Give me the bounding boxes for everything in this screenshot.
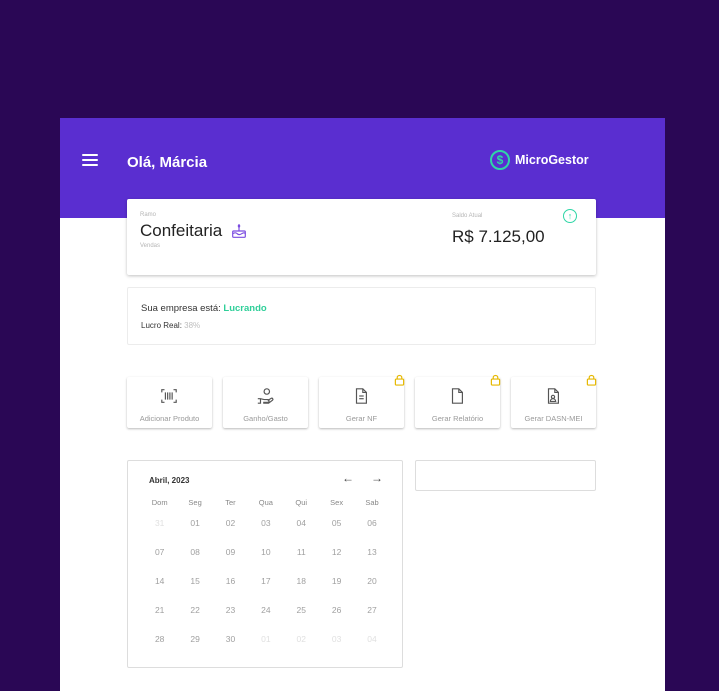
- calendar-week: 21 22 23 24 25 26 27: [142, 605, 390, 619]
- greeting-title: Olá, Márcia: [127, 154, 208, 171]
- generate-dasn-mei-button[interactable]: Gerar DASN-MEI: [511, 374, 597, 428]
- calendar-day[interactable]: 04: [354, 634, 389, 648]
- action-buttons: Adicionar Produto Ganho/Gasto Gerar NF G…: [127, 374, 597, 428]
- calendar-day[interactable]: 22: [177, 605, 212, 619]
- calendar-day[interactable]: 31: [142, 518, 177, 532]
- file-user-icon: [547, 388, 559, 404]
- calendar-day[interactable]: 30: [213, 634, 248, 648]
- action-label: Gerar NF: [345, 414, 378, 423]
- lucro-line: Lucro Real: 38%: [141, 321, 200, 330]
- calendar-day[interactable]: 05: [319, 518, 354, 532]
- generate-report-button[interactable]: Gerar Relatório: [415, 374, 501, 428]
- hamburger-menu-icon[interactable]: [82, 154, 98, 168]
- calendar-day[interactable]: 03: [319, 634, 354, 648]
- brand-logo: $ MicroGestor: [490, 150, 589, 170]
- calendar-day[interactable]: 09: [213, 547, 248, 561]
- calendar-day[interactable]: 28: [142, 634, 177, 648]
- weekday-label: Dom: [151, 498, 168, 507]
- ramo-value: Confeitaria: [140, 221, 223, 240]
- document-icon: [355, 388, 367, 404]
- weekday-label: Qui: [295, 498, 308, 507]
- calendar-widget: Abril, 2023 ← → Dom Seg Ter Qua Qui Sex …: [127, 460, 403, 668]
- calendar-weekday-header: Dom Seg Ter Qua Qui Sex Sab: [142, 498, 390, 512]
- ramo-value-row: Confeitaria: [140, 221, 248, 241]
- calendar-day[interactable]: 11: [284, 547, 319, 561]
- action-label: Ganho/Gasto: [243, 414, 288, 423]
- lucro-label: Lucro Real:: [141, 321, 182, 330]
- weekday-label: Sab: [365, 498, 379, 507]
- app-window: Olá, Márcia $ MicroGestor Ramo Confeitar…: [60, 118, 665, 691]
- calendar-day[interactable]: 29: [177, 634, 212, 648]
- action-label: Adicionar Produto: [139, 414, 200, 423]
- calendar-week: 28 29 30 01 02 03 04: [142, 634, 390, 648]
- calendar-day[interactable]: 19: [319, 576, 354, 590]
- hand-coins-icon: [257, 388, 274, 404]
- calendar-day[interactable]: 14: [142, 576, 177, 590]
- calendar-day[interactable]: 23: [213, 605, 248, 619]
- ramo-label: Ramo: [140, 212, 157, 218]
- calendar-day[interactable]: 01: [177, 518, 212, 532]
- calendar-day[interactable]: 13: [354, 547, 389, 561]
- calendar-week: 07 08 09 10 11 12 13: [142, 547, 390, 561]
- weekday-label: Qua: [258, 498, 273, 507]
- calendar-day[interactable]: 06: [354, 518, 389, 532]
- file-icon: [451, 388, 463, 404]
- side-panel: [415, 460, 596, 491]
- cake-icon: [232, 223, 247, 238]
- calendar-day[interactable]: 04: [284, 518, 319, 532]
- calendar-week: 14 15 16 17 18 19 20: [142, 576, 390, 590]
- brand-name: MicroGestor: [515, 153, 589, 167]
- summary-card: Ramo Confeitaria Vendas Saldo Atual R$ 7…: [127, 199, 596, 275]
- calendar-next-button[interactable]: →: [371, 471, 383, 485]
- add-product-button[interactable]: Adicionar Produto: [127, 377, 212, 428]
- calendar-week: 31 01 02 03 04 05 06: [142, 518, 390, 532]
- status-line: Sua empresa está: Lucrando: [141, 303, 267, 314]
- calendar-day[interactable]: 02: [284, 634, 319, 648]
- calendar-day[interactable]: 18: [284, 576, 319, 590]
- income-expense-button[interactable]: Ganho/Gasto: [223, 377, 308, 428]
- calendar-day[interactable]: 08: [177, 547, 212, 561]
- calendar-day[interactable]: 20: [354, 576, 389, 590]
- ramo-sub: Vendas: [140, 243, 161, 249]
- calendar-day[interactable]: 02: [213, 518, 248, 532]
- dollar-circle-icon: $: [490, 150, 510, 170]
- calendar-day[interactable]: 16: [213, 576, 248, 590]
- barcode-icon: [161, 389, 177, 403]
- calendar-day[interactable]: 03: [248, 518, 283, 532]
- lock-icon: [394, 374, 405, 386]
- weekday-label: Ter: [225, 498, 236, 507]
- calendar-day[interactable]: 15: [177, 576, 212, 590]
- status-prefix: Sua empresa está:: [141, 303, 221, 314]
- saldo-value: R$ 7.125,00: [452, 227, 545, 246]
- action-label: Gerar DASN-MEI: [524, 414, 583, 423]
- calendar-day[interactable]: 21: [142, 605, 177, 619]
- lock-icon: [586, 374, 597, 386]
- calendar-day[interactable]: 27: [354, 605, 389, 619]
- action-label: Gerar Relatório: [431, 414, 484, 423]
- status-value: Lucrando: [223, 303, 267, 314]
- weekday-label: Seg: [188, 498, 202, 507]
- calendar-day[interactable]: 10: [248, 547, 283, 561]
- saldo-label: Saldo Atual: [452, 213, 483, 219]
- weekday-label: Sex: [330, 498, 344, 507]
- lucro-value: 38%: [184, 321, 201, 330]
- calendar-day[interactable]: 26: [319, 605, 354, 619]
- calendar-prev-button[interactable]: ←: [342, 471, 354, 485]
- calendar-day[interactable]: 12: [319, 547, 354, 561]
- calendar-month-title: Abril, 2023: [149, 476, 190, 485]
- calendar-day[interactable]: 07: [142, 547, 177, 561]
- status-card: Sua empresa está: Lucrando Lucro Real: 3…: [127, 287, 596, 345]
- calendar-day[interactable]: 25: [284, 605, 319, 619]
- lock-icon: [490, 374, 501, 386]
- generate-nf-button[interactable]: Gerar NF: [319, 374, 405, 428]
- calendar-day[interactable]: 17: [248, 576, 283, 590]
- calendar-day[interactable]: 01: [248, 634, 283, 648]
- arrow-up-circle-icon[interactable]: ↑: [563, 209, 577, 223]
- calendar-day[interactable]: 24: [248, 605, 283, 619]
